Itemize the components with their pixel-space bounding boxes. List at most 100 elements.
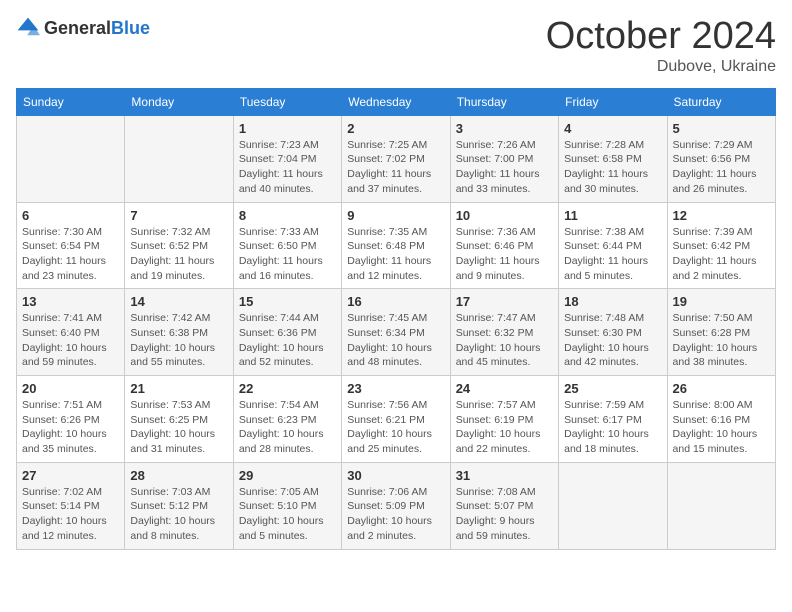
weekday-header-friday: Friday — [559, 88, 667, 115]
calendar-cell: 10 Sunrise: 7:36 AM Sunset: 6:46 PM Dayli… — [450, 202, 558, 289]
day-info: Sunrise: 7:32 AM Sunset: 6:52 PM Dayligh… — [130, 225, 227, 284]
day-number: 12 — [673, 208, 770, 223]
day-info: Sunrise: 7:53 AM Sunset: 6:25 PM Dayligh… — [130, 398, 227, 457]
calendar-cell: 13Sunrise: 7:41 AM Sunset: 6:40 PM Dayli… — [17, 289, 125, 376]
day-number: 9 — [347, 208, 444, 223]
day-info: Sunrise: 7:45 AM Sunset: 6:34 PM Dayligh… — [347, 311, 444, 370]
calendar-cell: 29 Sunrise: 7:05 AM Sunset: 5:10 PM Dayli… — [233, 462, 341, 549]
calendar-cell: 17 Sunrise: 7:47 AM Sunset: 6:32 PM Dayli… — [450, 289, 558, 376]
day-number: 30 — [347, 468, 444, 483]
day-number: 21 — [130, 381, 227, 396]
day-info: Sunrise: 7:33 AM Sunset: 6:50 PM Dayligh… — [239, 225, 336, 284]
day-info: Sunrise: 7:29 AM Sunset: 6:56 PM Dayligh… — [673, 138, 770, 197]
day-number: 16 — [347, 294, 444, 309]
calendar-cell: 26Sunrise: 8:00 AM Sunset: 6:16 PM Dayli… — [667, 376, 775, 463]
calendar-cell: 7Sunrise: 7:32 AM Sunset: 6:52 PM Daylig… — [125, 202, 233, 289]
day-info: Sunrise: 7:36 AM Sunset: 6:46 PM Dayligh… — [456, 225, 553, 284]
day-number: 17 — [456, 294, 553, 309]
day-number: 25 — [564, 381, 661, 396]
day-number: 11 — [564, 208, 661, 223]
calendar-cell: 27Sunrise: 7:02 AM Sunset: 5:14 PM Dayli… — [17, 462, 125, 549]
day-info: Sunrise: 7:08 AM Sunset: 5:07 PM Dayligh… — [456, 485, 553, 544]
day-info: Sunrise: 7:51 AM Sunset: 6:26 PM Dayligh… — [22, 398, 119, 457]
calendar-cell: 3Sunrise: 7:26 AM Sunset: 7:00 PM Daylig… — [450, 115, 558, 202]
day-number: 20 — [22, 381, 119, 396]
calendar-cell: 22 Sunrise: 7:54 AM Sunset: 6:23 PM Dayli… — [233, 376, 341, 463]
calendar-cell: 28Sunrise: 7:03 AM Sunset: 5:12 PM Dayli… — [125, 462, 233, 549]
calendar-cell — [17, 115, 125, 202]
day-info: Sunrise: 7:23 AM Sunset: 7:04 PM Dayligh… — [239, 138, 336, 197]
day-info: Sunrise: 7:39 AM Sunset: 6:42 PM Dayligh… — [673, 225, 770, 284]
day-info: Sunrise: 7:41 AM Sunset: 6:40 PM Dayligh… — [22, 311, 119, 370]
logo-general: General — [44, 18, 111, 38]
day-info: Sunrise: 7:28 AM Sunset: 6:58 PM Dayligh… — [564, 138, 661, 197]
day-info: Sunrise: 7:05 AM Sunset: 5:10 PM Dayligh… — [239, 485, 336, 544]
day-info: Sunrise: 7:59 AM Sunset: 6:17 PM Dayligh… — [564, 398, 661, 457]
day-info: Sunrise: 7:06 AM Sunset: 5:09 PM Dayligh… — [347, 485, 444, 544]
day-info: Sunrise: 7:42 AM Sunset: 6:38 PM Dayligh… — [130, 311, 227, 370]
calendar-cell: 25 Sunrise: 7:59 AM Sunset: 6:17 PM Dayli… — [559, 376, 667, 463]
day-info: Sunrise: 7:25 AM Sunset: 7:02 PM Dayligh… — [347, 138, 444, 197]
weekday-header-wednesday: Wednesday — [342, 88, 450, 115]
logo-blue: Blue — [111, 18, 150, 38]
day-info: Sunrise: 7:47 AM Sunset: 6:32 PM Dayligh… — [456, 311, 553, 370]
day-number: 26 — [673, 381, 770, 396]
calendar-cell — [125, 115, 233, 202]
calendar-cell: 9Sunrise: 7:35 AM Sunset: 6:48 PM Daylig… — [342, 202, 450, 289]
calendar-cell — [667, 462, 775, 549]
calendar-cell: 24Sunrise: 7:57 AM Sunset: 6:19 PM Dayli… — [450, 376, 558, 463]
day-number: 15 — [239, 294, 336, 309]
calendar-cell — [559, 462, 667, 549]
day-number: 3 — [456, 121, 553, 136]
calendar-cell: 30 Sunrise: 7:06 AM Sunset: 5:09 PM Dayli… — [342, 462, 450, 549]
day-info: Sunrise: 7:50 AM Sunset: 6:28 PM Dayligh… — [673, 311, 770, 370]
calendar-cell: 23 Sunrise: 7:56 AM Sunset: 6:21 PM Dayli… — [342, 376, 450, 463]
title-block: October 2024 Dubove, Ukraine — [546, 16, 776, 76]
calendar-cell: 1 Sunrise: 7:23 AM Sunset: 7:04 PM Daylig… — [233, 115, 341, 202]
calendar-cell: 4 Sunrise: 7:28 AM Sunset: 6:58 PM Daylig… — [559, 115, 667, 202]
day-number: 2 — [347, 121, 444, 136]
day-number: 19 — [673, 294, 770, 309]
calendar-week-row: 6Sunrise: 7:30 AM Sunset: 6:54 PM Daylig… — [17, 202, 776, 289]
day-number: 6 — [22, 208, 119, 223]
calendar-week-row: 27Sunrise: 7:02 AM Sunset: 5:14 PM Dayli… — [17, 462, 776, 549]
day-number: 14 — [130, 294, 227, 309]
day-info: Sunrise: 7:48 AM Sunset: 6:30 PM Dayligh… — [564, 311, 661, 370]
calendar-week-row: 13Sunrise: 7:41 AM Sunset: 6:40 PM Dayli… — [17, 289, 776, 376]
day-number: 10 — [456, 208, 553, 223]
page-header: GeneralBlue October 2024 Dubove, Ukraine — [16, 16, 776, 76]
location-title: Dubove, Ukraine — [546, 58, 776, 76]
calendar-cell: 14 Sunrise: 7:42 AM Sunset: 6:38 PM Dayli… — [125, 289, 233, 376]
weekday-header-monday: Monday — [125, 88, 233, 115]
weekday-header-tuesday: Tuesday — [233, 88, 341, 115]
day-number: 1 — [239, 121, 336, 136]
day-info: Sunrise: 7:44 AM Sunset: 6:36 PM Dayligh… — [239, 311, 336, 370]
calendar-cell: 5 Sunrise: 7:29 AM Sunset: 6:56 PM Daylig… — [667, 115, 775, 202]
day-number: 24 — [456, 381, 553, 396]
month-title: October 2024 — [546, 16, 776, 58]
day-info: Sunrise: 7:02 AM Sunset: 5:14 PM Dayligh… — [22, 485, 119, 544]
day-number: 8 — [239, 208, 336, 223]
day-info: Sunrise: 7:03 AM Sunset: 5:12 PM Dayligh… — [130, 485, 227, 544]
calendar-cell: 8 Sunrise: 7:33 AM Sunset: 6:50 PM Daylig… — [233, 202, 341, 289]
day-info: Sunrise: 7:38 AM Sunset: 6:44 PM Dayligh… — [564, 225, 661, 284]
weekday-header-row: SundayMondayTuesdayWednesdayThursdayFrid… — [17, 88, 776, 115]
calendar-table: SundayMondayTuesdayWednesdayThursdayFrid… — [16, 88, 776, 550]
day-number: 31 — [456, 468, 553, 483]
calendar-cell: 18Sunrise: 7:48 AM Sunset: 6:30 PM Dayli… — [559, 289, 667, 376]
day-number: 29 — [239, 468, 336, 483]
calendar-week-row: 1 Sunrise: 7:23 AM Sunset: 7:04 PM Daylig… — [17, 115, 776, 202]
day-number: 5 — [673, 121, 770, 136]
day-number: 4 — [564, 121, 661, 136]
weekday-header-sunday: Sunday — [17, 88, 125, 115]
calendar-cell: 16 Sunrise: 7:45 AM Sunset: 6:34 PM Dayli… — [342, 289, 450, 376]
day-info: Sunrise: 7:56 AM Sunset: 6:21 PM Dayligh… — [347, 398, 444, 457]
calendar-cell: 31 Sunrise: 7:08 AM Sunset: 5:07 PM Dayli… — [450, 462, 558, 549]
calendar-week-row: 20 Sunrise: 7:51 AM Sunset: 6:26 PM Dayli… — [17, 376, 776, 463]
calendar-cell: 2 Sunrise: 7:25 AM Sunset: 7:02 PM Daylig… — [342, 115, 450, 202]
calendar-cell: 6Sunrise: 7:30 AM Sunset: 6:54 PM Daylig… — [17, 202, 125, 289]
day-info: Sunrise: 7:54 AM Sunset: 6:23 PM Dayligh… — [239, 398, 336, 457]
day-number: 22 — [239, 381, 336, 396]
weekday-header-saturday: Saturday — [667, 88, 775, 115]
day-number: 23 — [347, 381, 444, 396]
